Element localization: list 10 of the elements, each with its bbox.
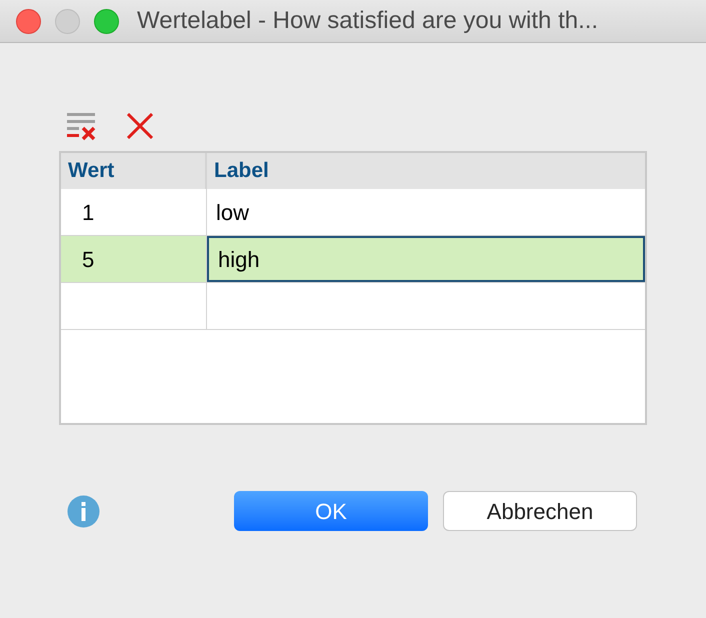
close-button[interactable]	[16, 8, 41, 34]
cancel-button[interactable]: Abbrechen	[443, 491, 637, 531]
zoom-button[interactable]	[94, 8, 119, 34]
info-icon[interactable]	[67, 494, 100, 528]
table-cell[interactable]: 5	[61, 236, 207, 282]
table-cell[interactable]: high	[207, 236, 645, 282]
clear-list-icon[interactable]	[67, 111, 97, 141]
column-header[interactable]: Label	[207, 153, 645, 189]
window-title: Wertelabel - How satisfied are you with th...	[137, 6, 598, 36]
delete-icon[interactable]	[127, 113, 153, 139]
